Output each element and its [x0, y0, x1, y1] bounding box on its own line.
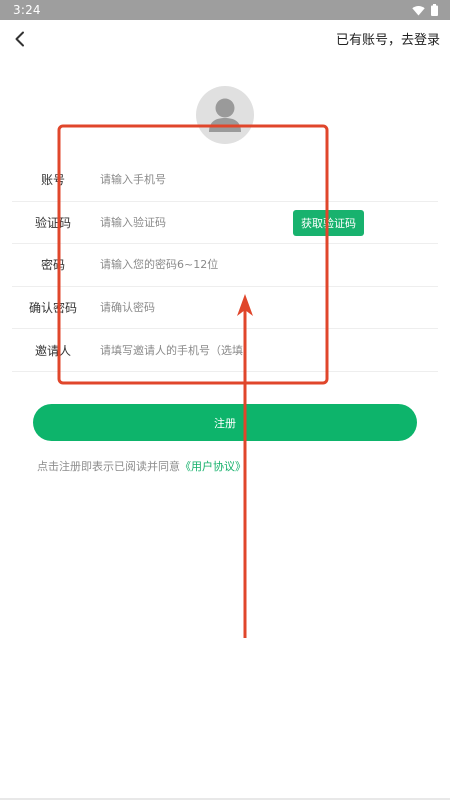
password-label: 密码 [40, 258, 65, 273]
code-row: 验证码 获取验证码 [12, 202, 438, 245]
inviter-label: 邀请人 [34, 343, 71, 358]
agreement-text: 点击注册即表示已阅读并同意《用户协议》 [37, 458, 246, 474]
status-bar: 3:24 [0, 0, 450, 20]
status-time: 3:24 [13, 3, 41, 17]
status-icons [412, 4, 438, 16]
avatar[interactable] [196, 86, 254, 144]
user-avatar-icon [209, 98, 241, 132]
password-row: 密码 [12, 244, 438, 287]
code-label: 验证码 [34, 215, 71, 230]
inviter-row: 邀请人 [12, 329, 438, 372]
register-button[interactable]: 注册 [33, 404, 417, 441]
register-screen: 3:24 已有账号，去登录 账号 验证 [0, 0, 450, 800]
top-bar: 已有账号，去登录 [0, 20, 450, 58]
confirm-password-input[interactable] [100, 295, 290, 320]
inviter-input[interactable] [100, 338, 290, 363]
chevron-left-icon [15, 31, 24, 47]
code-input[interactable] [100, 210, 290, 235]
user-agreement-link[interactable]: 《用户协议》 [180, 460, 246, 473]
wifi-icon [412, 5, 425, 16]
confirm-password-row: 确认密码 [12, 287, 438, 330]
agreement-prefix: 点击注册即表示已阅读并同意 [37, 460, 180, 473]
confirm-password-label: 确认密码 [28, 301, 77, 316]
login-link[interactable]: 已有账号，去登录 [336, 29, 440, 48]
account-label: 账号 [40, 173, 65, 188]
battery-icon [431, 4, 438, 16]
get-code-button[interactable]: 获取验证码 [293, 209, 364, 236]
password-input[interactable] [100, 252, 290, 277]
phone-input[interactable] [100, 167, 290, 192]
back-button[interactable] [8, 26, 32, 52]
account-row: 账号 [12, 159, 438, 202]
register-form: 账号 验证码 获取验证码 密码 确认密码 邀请人 [12, 159, 438, 372]
